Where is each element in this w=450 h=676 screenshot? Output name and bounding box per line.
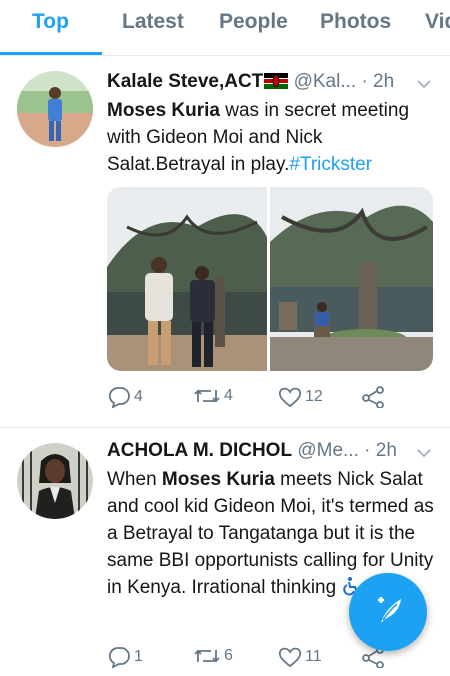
like-count: 11 (305, 648, 322, 665)
tab-videos[interactable]: Vid (425, 10, 450, 34)
author-name[interactable]: ACHOLA M. DICHOL (107, 440, 292, 461)
retweet-button[interactable]: 6 (193, 646, 233, 666)
tweet-header: ACHOLA M. DICHOL @Me... · 2h (107, 440, 440, 466)
author-handle[interactable]: @Me... (297, 440, 359, 461)
tweet-time: · 2h (364, 440, 397, 461)
heart-icon (278, 386, 302, 408)
heart-icon (278, 646, 302, 668)
search-tabs: Top Latest People Photos Vid (0, 0, 450, 56)
fab-obscured-text: tional (220, 577, 266, 598)
reply-count: 1 (134, 648, 143, 665)
tab-photos[interactable]: Photos (320, 10, 391, 34)
share-button[interactable] (361, 386, 385, 408)
hashtag-link[interactable]: #Trickster (289, 154, 372, 175)
chevron-down-icon[interactable] (416, 443, 432, 465)
avatar[interactable] (17, 443, 93, 519)
tab-top[interactable]: Top (32, 10, 69, 34)
chevron-down-icon[interactable] (416, 74, 432, 96)
tweet-content: Kalale Steve,ACT @Kal... · 2h Moses Kuri… (107, 71, 440, 178)
mention-link[interactable]: Moses Kuria (162, 469, 275, 490)
mention-link[interactable]: Moses Kuria (107, 100, 220, 121)
kenya-flag-icon (264, 73, 289, 95)
reply-icon (107, 386, 131, 408)
reply-button[interactable]: 4 (107, 386, 143, 408)
author-handle[interactable]: @Kal... (294, 71, 357, 92)
retweet-icon (193, 646, 221, 666)
tweet[interactable]: Kalale Steve,ACT @Kal... · 2h Moses Kuri… (0, 57, 450, 427)
media-photo-1[interactable] (107, 187, 267, 371)
retweet-icon (193, 386, 221, 406)
avatar[interactable] (17, 71, 93, 147)
media-photo-2[interactable] (270, 187, 433, 371)
tweet-actions: 1 6 11 (107, 646, 450, 672)
reply-count: 4 (134, 388, 143, 405)
retweet-count: 4 (224, 387, 233, 404)
share-icon (361, 386, 385, 408)
compose-tweet-button[interactable] (349, 573, 427, 651)
retweet-count: 6 (224, 647, 233, 664)
tweet-header: Kalale Steve,ACT @Kal... · 2h (107, 71, 440, 97)
tweet-media[interactable] (107, 187, 433, 371)
tweet-time: · 2h (361, 71, 395, 92)
active-tab-indicator (0, 52, 102, 55)
reply-button[interactable]: 1 (107, 646, 143, 668)
compose-tweet-icon (371, 593, 405, 632)
tweet-actions: 4 4 12 (107, 386, 450, 412)
tweet-text: Moses Kuria was in secret meeting with G… (107, 100, 410, 175)
tab-people[interactable]: People (219, 10, 288, 34)
reply-icon (107, 646, 131, 668)
like-count: 12 (305, 388, 323, 405)
like-button[interactable]: 12 (278, 386, 323, 408)
tab-latest[interactable]: Latest (122, 10, 184, 34)
retweet-button[interactable]: 4 (193, 386, 233, 406)
like-button[interactable]: 11 (278, 646, 322, 668)
author-name[interactable]: Kalale Steve,ACT (107, 71, 263, 92)
